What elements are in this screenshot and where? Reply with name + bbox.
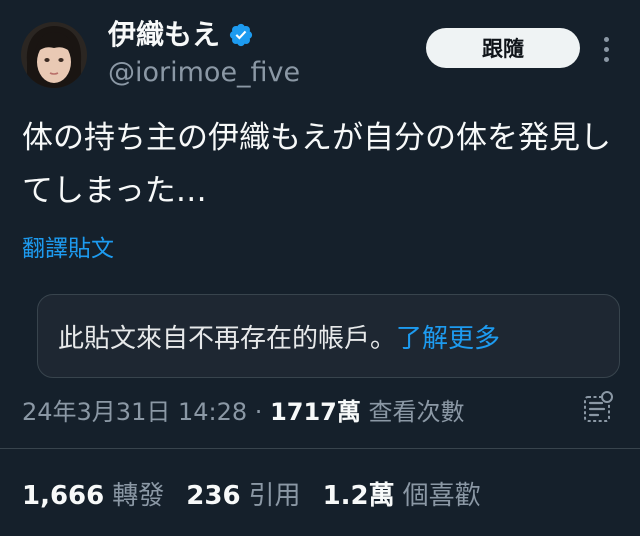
tweet-meta: 24年3月31日 14:28 · 1717萬 查看次數: [22, 392, 465, 432]
more-dot: [603, 56, 609, 62]
views-label: 查看次數: [368, 398, 465, 426]
verified-badge-icon: [228, 22, 254, 48]
more-options-icon[interactable]: [597, 34, 615, 64]
views-count: 1717萬: [270, 398, 361, 426]
quotes-count: 236: [186, 481, 241, 511]
author-handle[interactable]: @iorimoe_five: [108, 56, 300, 90]
follow-button[interactable]: 跟隨: [426, 28, 580, 68]
more-dot: [603, 36, 609, 42]
translate-post-link[interactable]: 翻譯貼文: [22, 232, 114, 266]
meta-separator: ·: [254, 398, 263, 426]
timestamp[interactable]: 24年3月31日 14:28: [22, 398, 247, 426]
post-analytics-icon[interactable]: [580, 388, 616, 428]
likes-count: 1.2萬: [322, 481, 395, 511]
display-name-text: 伊織もえ: [108, 18, 221, 51]
more-dot: [603, 46, 609, 52]
quotes-label: 引用: [248, 481, 301, 511]
retweets-count: 1,666: [22, 481, 105, 511]
tweet-text: 体の持ち主の伊織もえが自分の体を発見してしまった…: [22, 120, 611, 209]
engagement-stats: 1,666 轉發 236 引用 1.2萬 個喜歡: [22, 476, 503, 516]
deleted-account-notice: 此貼文來自不再存在的帳戶。 了解更多: [37, 294, 620, 378]
notice-text: 此貼文來自不再存在的帳戶。: [58, 323, 397, 354]
retweets-label: 轉發: [112, 481, 165, 511]
learn-more-link[interactable]: 了解更多: [396, 318, 500, 355]
likes-stat[interactable]: 1.2萬 個喜歡: [323, 476, 481, 516]
divider: [0, 448, 640, 449]
avatar-image: [21, 22, 87, 88]
likes-label: 個喜歡: [402, 481, 481, 511]
quotes-stat[interactable]: 236 引用: [186, 476, 300, 516]
retweets-stat[interactable]: 1,666 轉發: [22, 476, 164, 516]
avatar[interactable]: [21, 22, 87, 88]
author-display-name[interactable]: 伊織もえ: [108, 18, 254, 52]
